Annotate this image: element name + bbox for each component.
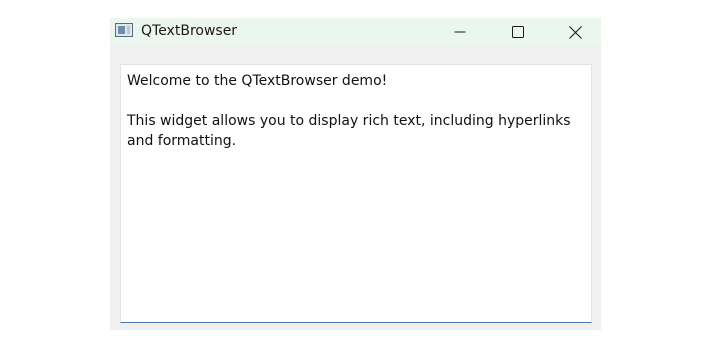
main-window: QTextBrowser Welcome to the QTextBrowser… (110, 18, 601, 330)
browser-paragraph-welcome: Welcome to the QTextBrowser demo! (127, 73, 388, 89)
maximize-button[interactable] (490, 18, 546, 46)
close-icon (568, 25, 582, 39)
minimize-icon (454, 31, 466, 33)
browser-paragraph-description: This widget allows you to display rich t… (127, 113, 571, 149)
minimize-button[interactable] (432, 18, 488, 46)
window-app-icon (115, 23, 133, 37)
window-title: QTextBrowser (141, 23, 238, 39)
close-button[interactable] (547, 18, 603, 46)
maximize-icon (512, 26, 524, 38)
text-browser[interactable]: Welcome to the QTextBrowser demo! This w… (120, 64, 592, 323)
title-bar[interactable]: QTextBrowser (110, 18, 601, 46)
